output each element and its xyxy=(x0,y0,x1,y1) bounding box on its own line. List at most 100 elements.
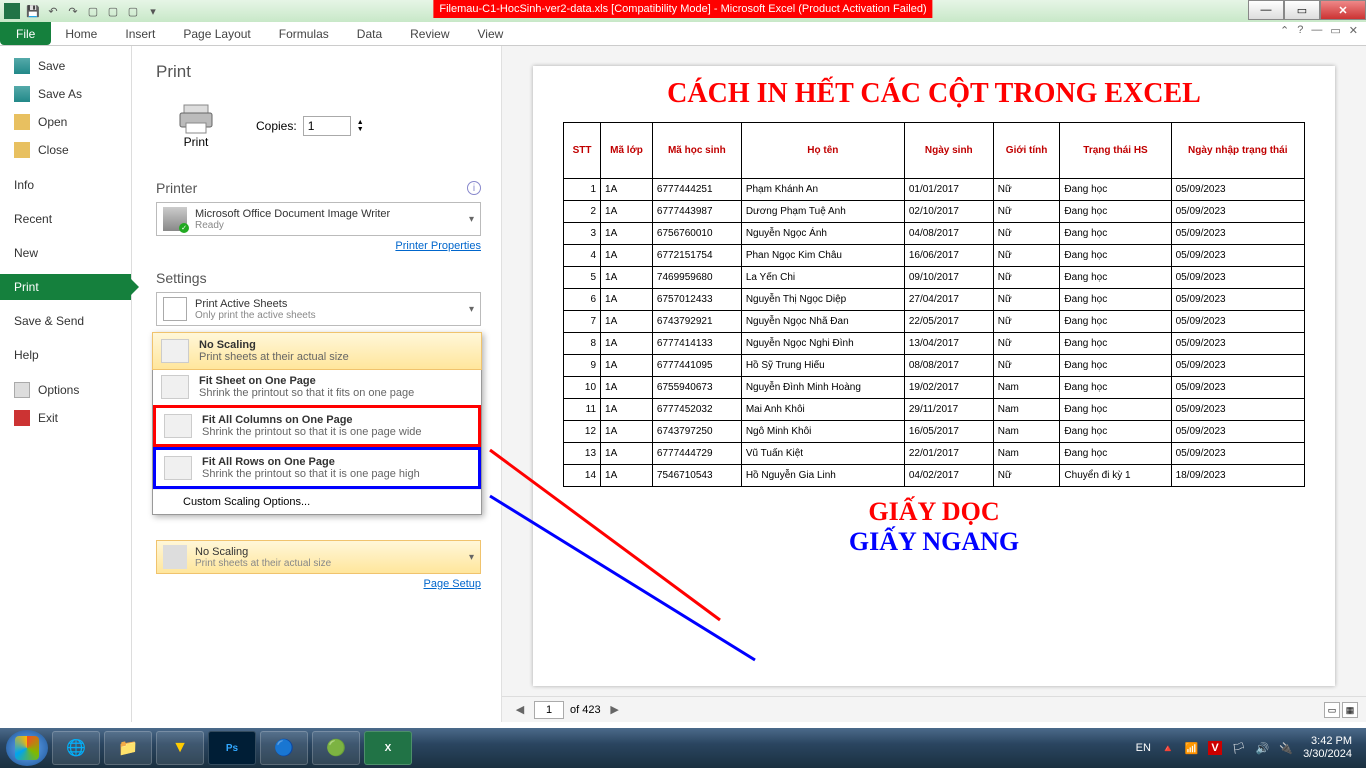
page-input[interactable] xyxy=(534,701,564,719)
file-tab[interactable]: File xyxy=(0,22,51,45)
nav-new[interactable]: New xyxy=(0,240,131,266)
scaling-fit-rows[interactable]: Fit All Rows on One PageShrink the print… xyxy=(153,447,481,489)
start-button[interactable] xyxy=(6,730,48,766)
col-header: Ngày nhập trạng thái xyxy=(1171,123,1304,179)
tray-flag-icon[interactable]: 🔺 xyxy=(1161,742,1175,755)
maximize-button[interactable]: ▭ xyxy=(1284,0,1320,20)
col-header: STT xyxy=(564,123,601,179)
tray-battery-icon[interactable]: 🔌 xyxy=(1279,742,1293,755)
task-app2[interactable]: 🔵 xyxy=(260,731,308,765)
copies-down[interactable]: ▼ xyxy=(357,126,364,133)
nav-print[interactable]: Print xyxy=(0,274,131,300)
data-table: STTMã lớpMã học sinhHọ tênNgày sinhGiới … xyxy=(563,122,1305,487)
col-header: Giới tính xyxy=(993,123,1060,179)
zoom-to-page-button[interactable]: ▭ xyxy=(1324,702,1340,718)
backstage-nav: Save Save As Open Close Info Recent New … xyxy=(0,46,132,722)
nav-recent[interactable]: Recent xyxy=(0,206,131,232)
doc-close-icon[interactable]: ✕ xyxy=(1349,24,1358,37)
tab-formulas[interactable]: Formulas xyxy=(265,22,343,45)
save-qat-icon[interactable]: 💾 xyxy=(26,4,40,18)
tray-clock[interactable]: 3:42 PM 3/30/2024 xyxy=(1303,735,1352,761)
tab-data[interactable]: Data xyxy=(343,22,396,45)
tab-insert[interactable]: Insert xyxy=(111,22,169,45)
show-margins-button[interactable]: ▦ xyxy=(1342,702,1358,718)
task-excel[interactable]: X xyxy=(364,731,412,765)
tray-volume-icon[interactable]: 🔊 xyxy=(1256,742,1270,755)
backstage: Save Save As Open Close Info Recent New … xyxy=(0,46,1366,722)
open-icon xyxy=(14,114,30,130)
task-photoshop[interactable]: Ps xyxy=(208,731,256,765)
nav-help[interactable]: Help xyxy=(0,342,131,368)
table-row: 21A6777443987Dương Phạm Tuệ Anh02/10/201… xyxy=(564,201,1305,223)
ribbon-help-icon[interactable]: ? xyxy=(1297,24,1303,37)
page-next-button[interactable]: ▶ xyxy=(607,702,623,718)
options-icon xyxy=(14,382,30,398)
doc-restore-icon[interactable]: ▭ xyxy=(1330,24,1340,37)
tab-home[interactable]: Home xyxy=(51,22,111,45)
preview-scroll[interactable]: CÁCH IN HẾT CÁC CỘT TRONG EXCEL STTMã lớ… xyxy=(502,46,1366,696)
nav-save-as[interactable]: Save As xyxy=(0,80,131,108)
task-ie[interactable]: 🌐 xyxy=(52,731,100,765)
nav-options[interactable]: Options xyxy=(0,376,131,404)
copies-input[interactable] xyxy=(303,116,351,136)
tray-action-icon[interactable]: 🏳 xyxy=(1232,742,1246,755)
col-header: Mã lớp xyxy=(601,123,653,179)
fit-rows-icon xyxy=(164,456,192,480)
nav-save[interactable]: Save xyxy=(0,52,131,80)
table-row: 131A6777444729Vũ Tuấn Kiệt22/01/2017NamĐ… xyxy=(564,443,1305,465)
table-row: 121A6743797250Ngô Minh Khôi16/05/2017Nam… xyxy=(564,421,1305,443)
printer-info-icon[interactable]: i xyxy=(467,181,481,195)
page-prev-button[interactable]: ◀ xyxy=(512,702,528,718)
scaling-fit-sheet[interactable]: Fit Sheet on One PageShrink the printout… xyxy=(153,369,481,405)
close-button[interactable]: ✕ xyxy=(1320,0,1366,20)
task-app1[interactable]: ▼ xyxy=(156,731,204,765)
copies-row: Copies: ▲ ▼ xyxy=(256,116,364,136)
tray-unikey-icon[interactable]: V xyxy=(1208,741,1221,755)
nav-close[interactable]: Close xyxy=(0,136,131,164)
table-row: 101A6755940673Nguyễn Đình Minh Hoàng19/0… xyxy=(564,377,1305,399)
task-chrome[interactable]: 🟢 xyxy=(312,731,360,765)
printer-device-icon: ✓ xyxy=(163,207,187,231)
qat-more-icon[interactable]: ▾ xyxy=(146,4,160,18)
task-explorer[interactable]: 📁 xyxy=(104,731,152,765)
close-icon xyxy=(14,142,30,158)
scaling-custom[interactable]: Custom Scaling Options... xyxy=(153,489,481,514)
print-pane: Print Print Copies: ▲ ▼ Printer i ✓ xyxy=(132,46,502,722)
preview-pane: CÁCH IN HẾT CÁC CỘT TRONG EXCEL STTMã lớ… xyxy=(502,46,1366,722)
tab-page-layout[interactable]: Page Layout xyxy=(169,22,264,45)
printer-select[interactable]: ✓ Microsoft Office Document Image Writer… xyxy=(156,202,481,236)
minimize-button[interactable]: — xyxy=(1248,0,1284,20)
scaling-no-scaling[interactable]: No ScalingPrint sheets at their actual s… xyxy=(152,332,482,370)
scaling-current-icon xyxy=(163,545,187,569)
ribbon-min-icon[interactable]: ⌃ xyxy=(1280,24,1289,37)
tab-review[interactable]: Review xyxy=(396,22,463,45)
print-what-select[interactable]: Print Active Sheets Only print the activ… xyxy=(156,292,481,326)
scaling-fit-columns[interactable]: Fit All Columns on One PageShrink the pr… xyxy=(153,405,481,447)
tab-view[interactable]: View xyxy=(464,22,518,45)
redo-qat-icon[interactable]: ↷ xyxy=(66,4,80,18)
col-header: Họ tên xyxy=(741,123,904,179)
tray-network-icon[interactable]: 📶 xyxy=(1185,742,1199,755)
nav-info[interactable]: Info xyxy=(0,172,131,198)
print-button[interactable]: Print xyxy=(156,90,236,162)
preview-qat-icon[interactable]: ▢ xyxy=(126,4,140,18)
col-header: Mã học sinh xyxy=(652,123,741,179)
page-setup-link[interactable]: Page Setup xyxy=(424,578,482,590)
scaling-select[interactable]: No Scaling Print sheets at their actual … xyxy=(156,540,481,574)
table-row: 31A6756760010Nguyễn Ngọc Ánh04/08/2017Nữ… xyxy=(564,223,1305,245)
table-row: 141A7546710543Hồ Nguyễn Gia Linh04/02/20… xyxy=(564,465,1305,487)
col-header: Ngày sinh xyxy=(904,123,993,179)
nav-save-send[interactable]: Save & Send xyxy=(0,308,131,334)
printer-properties-link[interactable]: Printer Properties xyxy=(395,240,481,252)
new-qat-icon[interactable]: ▢ xyxy=(86,4,100,18)
nav-exit[interactable]: Exit xyxy=(0,404,131,432)
open-qat-icon[interactable]: ▢ xyxy=(106,4,120,18)
table-row: 111A6777452032Mai Anh Khôi29/11/2017NamĐ… xyxy=(564,399,1305,421)
copies-up[interactable]: ▲ xyxy=(357,119,364,126)
tray-lang[interactable]: EN xyxy=(1136,742,1151,754)
nav-open[interactable]: Open xyxy=(0,108,131,136)
undo-qat-icon[interactable]: ↶ xyxy=(46,4,60,18)
sheets-icon xyxy=(163,297,187,321)
table-row: 41A6772151754Phan Ngọc Kim Châu16/06/201… xyxy=(564,245,1305,267)
doc-min-icon[interactable]: — xyxy=(1311,24,1322,37)
